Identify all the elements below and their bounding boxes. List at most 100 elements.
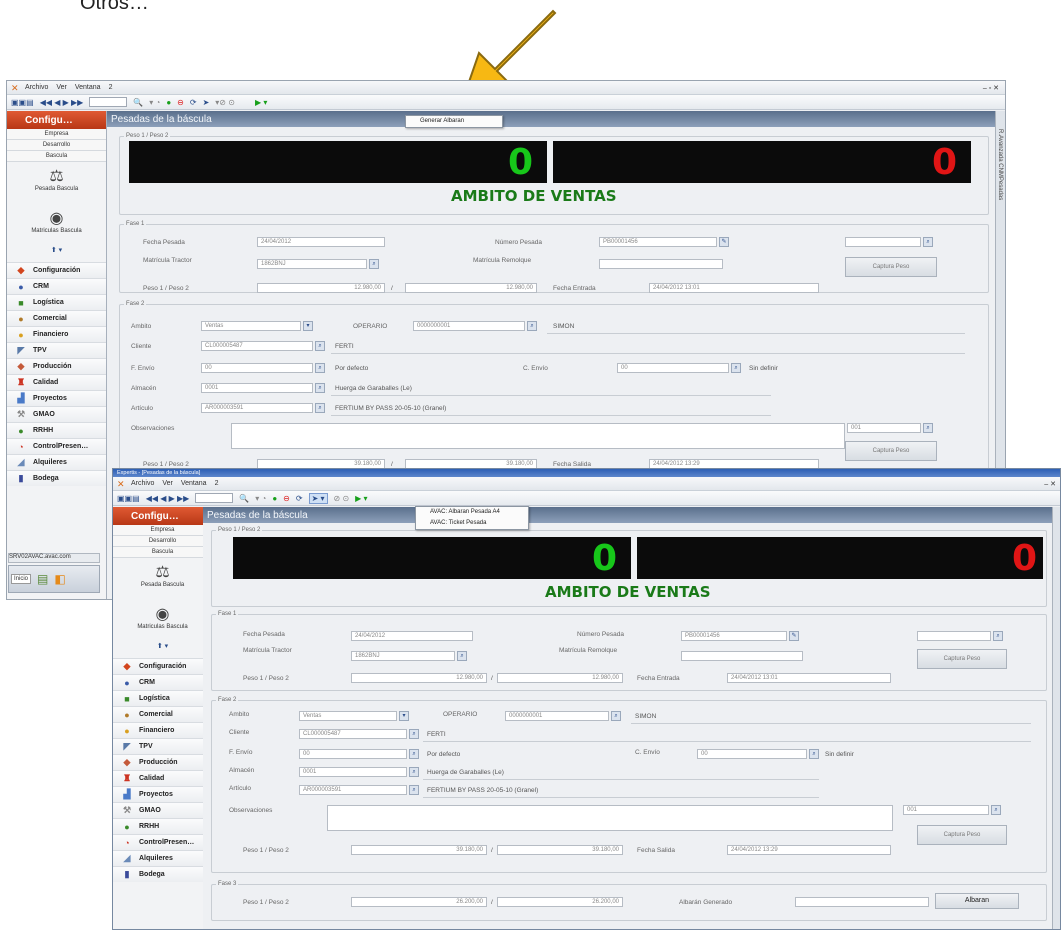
view-icons[interactable]: ▣▣▤ [11,98,34,107]
cenvio-field[interactable]: 00 [617,363,729,373]
search-icon[interactable]: ⌕ [991,805,1001,815]
next-icon[interactable]: ➤ [203,98,210,107]
nav-bodega[interactable]: ▮ Bodega [113,866,212,882]
nav-produccion[interactable]: ◆ Producción [7,358,106,374]
fenvio-field[interactable]: 00 [201,363,313,373]
nav-comercial[interactable]: ● Comercial [113,706,212,722]
nav-crm[interactable]: ● CRM [7,278,106,294]
peso2-field[interactable]: 12.980,00 [405,283,537,293]
articulo-field[interactable]: AR000003591 [201,403,313,413]
captura-peso-button-2[interactable]: Captura Peso [845,441,937,461]
search-icon[interactable]: ⌕ [409,749,419,759]
print-icon[interactable]: ➤ ▾ [308,492,328,504]
chevron-down-icon[interactable]: ▾ [303,321,313,331]
search-icon[interactable]: ⌕ [527,321,537,331]
search-icon[interactable]: ⌕ [409,767,419,777]
matricula-tractor-field[interactable]: 1862BNJ [351,651,455,661]
extra-field[interactable] [917,631,991,641]
search-icon[interactable]: ⌕ [409,729,419,739]
nav-tpv[interactable]: ◤ TPV [7,342,106,358]
refresh-icon[interactable]: ⟳ [190,98,197,107]
options-icon[interactable]: ▾⊘ ⊙ [215,98,235,107]
search-icon[interactable]: ⌕ [315,363,325,373]
sidebar-sub-empresa[interactable]: Empresa [7,129,106,140]
obs-code-field[interactable]: 001 [903,805,989,815]
sidebar-pesada-bascula[interactable]: ⚖ Pesada Bascula [7,162,106,204]
matricula-remolque-field[interactable] [599,259,723,269]
captura-peso-button[interactable]: Captura Peso [917,649,1007,669]
cliente-field[interactable]: CL000005487 [201,341,313,351]
search-icon[interactable]: ⌕ [315,383,325,393]
operario-field[interactable]: 0000000001 [505,711,609,721]
new-icon[interactable]: ● [166,98,171,107]
peso1-field[interactable]: 12.980,00 [351,673,487,683]
nav-comercial[interactable]: ● Comercial [7,310,106,326]
nav-bodega[interactable]: ▮ Bodega [7,470,106,486]
menu-help[interactable]: 2 [215,480,219,487]
sidebar-matriculas-bascula[interactable]: ◉ Matriculas Bascula [113,600,212,642]
peso1c-field[interactable]: 26.200,00 [351,897,487,907]
nav-financiero[interactable]: ● Financiero [113,722,212,738]
filter-icon[interactable]: ▾ ◔ [149,98,160,107]
albaran-generado-field[interactable] [795,897,929,907]
nav-financiero[interactable]: ● Financiero [7,326,106,342]
menu-ver[interactable]: Ver [56,84,67,91]
nav-rrhh[interactable]: ● RRHH [113,818,212,834]
sidebar-header[interactable]: Configu… [113,507,212,525]
peso1b-field[interactable]: 39.180,00 [351,845,487,855]
sidebar-sub-empresa[interactable]: Empresa [113,525,212,536]
menu-item-ticket-pesada[interactable]: AVAC: Ticket Pesada [416,518,528,529]
obs-code-field[interactable]: 001 [847,423,921,433]
fecha-pesada-field[interactable]: 24/04/2012 [257,237,385,247]
almacen-field[interactable]: 0001 [201,383,313,393]
run-icon[interactable]: ▶ ▾ [355,494,367,503]
search-icon[interactable]: 🔍 [133,98,143,107]
fecha-salida-field[interactable]: 24/04/2012 13:29 [727,845,891,855]
observaciones-field[interactable] [231,423,845,449]
new-icon[interactable]: ● [272,494,277,503]
sidebar-sub-bascula[interactable]: Bascula [113,547,212,558]
captura-peso-button-2[interactable]: Captura Peso [917,825,1007,845]
fecha-pesada-field[interactable]: 24/04/2012 [351,631,473,641]
extra-field[interactable] [845,237,921,247]
peso2b-field[interactable]: 39.180,00 [497,845,623,855]
articulo-field[interactable]: AR000003591 [299,785,407,795]
nav-logistica[interactable]: ■ Logística [113,690,212,706]
filter-icon[interactable]: ▾ ◔ [255,494,266,503]
fecha-entrada-field[interactable]: 24/04/2012 13:01 [727,673,891,683]
nav-gmao[interactable]: ⚒ GMAO [113,802,212,818]
nav-tpv[interactable]: ◤ TPV [113,738,212,754]
numero-pesada-field[interactable]: PB00001456 [681,631,787,641]
nav-controlpresen[interactable]: ◔ ControlPresen… [113,834,212,850]
search-icon[interactable]: ⌕ [731,363,741,373]
inicio-button[interactable]: Inicio [11,574,32,584]
observaciones-field[interactable] [327,805,893,831]
nav-calidad[interactable]: ♜ Calidad [113,770,212,786]
sidebar-sub-bascula[interactable]: Bascula [7,151,106,162]
sidebar-scroll-icon[interactable]: ⬆ ▾ [113,642,212,658]
menu-ver[interactable]: Ver [162,480,173,487]
nav-rrhh[interactable]: ● RRHH [7,422,106,438]
chevron-down-icon[interactable]: ▾ [399,711,409,721]
menu-archivo[interactable]: Archivo [131,480,154,487]
search-icon[interactable]: ⌕ [611,711,621,721]
ambito-select[interactable]: Ventas [201,321,301,331]
search-icon[interactable]: ⌕ [409,785,419,795]
refresh-icon[interactable]: ⟳ [296,494,303,503]
run-icon[interactable]: ▶ ▾ [255,98,267,107]
search-box[interactable] [89,97,128,107]
delete-icon[interactable]: ⊖ [177,98,184,107]
search-icon[interactable]: ⌕ [315,341,325,351]
peso2-field[interactable]: 12.980,00 [497,673,623,683]
search-icon[interactable]: ⌕ [923,423,933,433]
nav-logistica[interactable]: ■ Logística [7,294,106,310]
peso1-field[interactable]: 12.980,00 [257,283,385,293]
menu-archivo[interactable]: Archivo [25,84,48,91]
fecha-entrada-field[interactable]: 24/04/2012 13:01 [649,283,819,293]
view-icons[interactable]: ▣▣▤ [117,494,140,503]
captura-peso-button[interactable]: Captura Peso [845,257,937,277]
delete-icon[interactable]: ⊖ [283,494,290,503]
edit-icon[interactable]: ✎ [719,237,729,247]
matricula-tractor-field[interactable]: 1862BNJ [257,259,367,269]
operario-field[interactable]: 0000000001 [413,321,525,331]
